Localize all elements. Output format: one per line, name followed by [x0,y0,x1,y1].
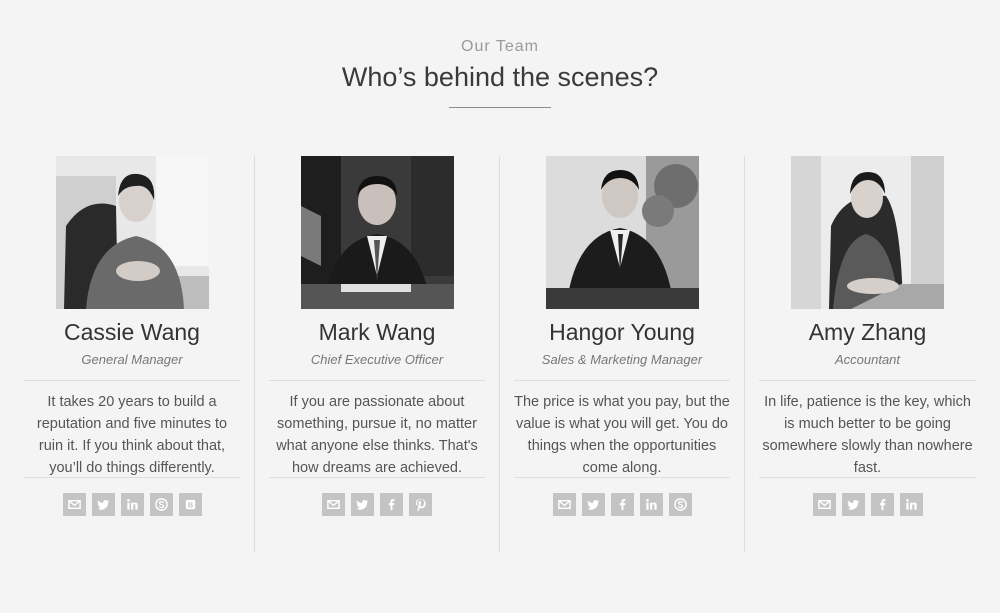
member-quote: In life, patience is the key, which is m… [762,394,973,476]
mail-icon[interactable] [552,493,576,516]
mail-icon[interactable] [62,493,86,516]
team-grid: Cassie Wang General Manager It takes 20 … [0,156,1000,552]
section-headline: Who’s behind the scenes? [341,62,659,92]
skype-icon[interactable] [668,493,692,516]
member-photo [55,156,209,309]
linkedin-icon[interactable] [120,493,144,516]
headline-underline [449,107,551,108]
social-links [255,493,499,516]
facebook-icon[interactable] [380,493,403,516]
member-photo [545,156,699,309]
section-eyebrow: Our Team [461,38,539,55]
team-member-card: Amy Zhang Accountant In life, patience i… [745,156,990,552]
member-role: Accountant [834,352,901,367]
member-name: Amy Zhang [808,319,927,345]
member-role: Chief Executive Officer [310,352,444,367]
facebook-icon[interactable] [610,493,634,516]
member-name: Mark Wang [318,319,436,345]
facebook-icon[interactable] [870,493,894,516]
social-links: B [10,493,254,516]
member-quote: It takes 20 years to build a reputation … [36,394,228,476]
pinterest-icon[interactable] [409,493,432,516]
member-quote: If you are passionate about something, p… [276,394,478,476]
mail-icon[interactable] [322,493,345,516]
svg-text:B: B [187,501,193,510]
member-photo [300,156,454,309]
member-quote: The price is what you pay, but the value… [514,394,730,476]
social-links [745,493,990,516]
twitter-icon[interactable] [91,493,115,516]
member-role: General Manager [81,352,183,367]
skype-icon[interactable] [149,493,173,516]
twitter-icon[interactable] [841,493,865,516]
behance-icon[interactable]: B [178,493,202,516]
twitter-icon[interactable] [351,493,374,516]
linkedin-icon[interactable] [899,493,923,516]
team-section-header: Our Team Who’s behind the scenes? [0,0,1000,118]
member-role: Sales & Marketing Manager [541,352,703,367]
member-name: Hangor Young [549,319,695,345]
twitter-icon[interactable] [581,493,605,516]
team-member-card: Hangor Young Sales & Marketing Manager T… [500,156,745,552]
team-member-card: Cassie Wang General Manager It takes 20 … [10,156,255,552]
team-member-card: Mark Wang Chief Executive Officer If you… [255,156,500,552]
member-name: Cassie Wang [64,319,200,345]
mail-icon[interactable] [812,493,836,516]
linkedin-icon[interactable] [639,493,663,516]
social-links [500,493,744,516]
member-photo [791,156,944,309]
